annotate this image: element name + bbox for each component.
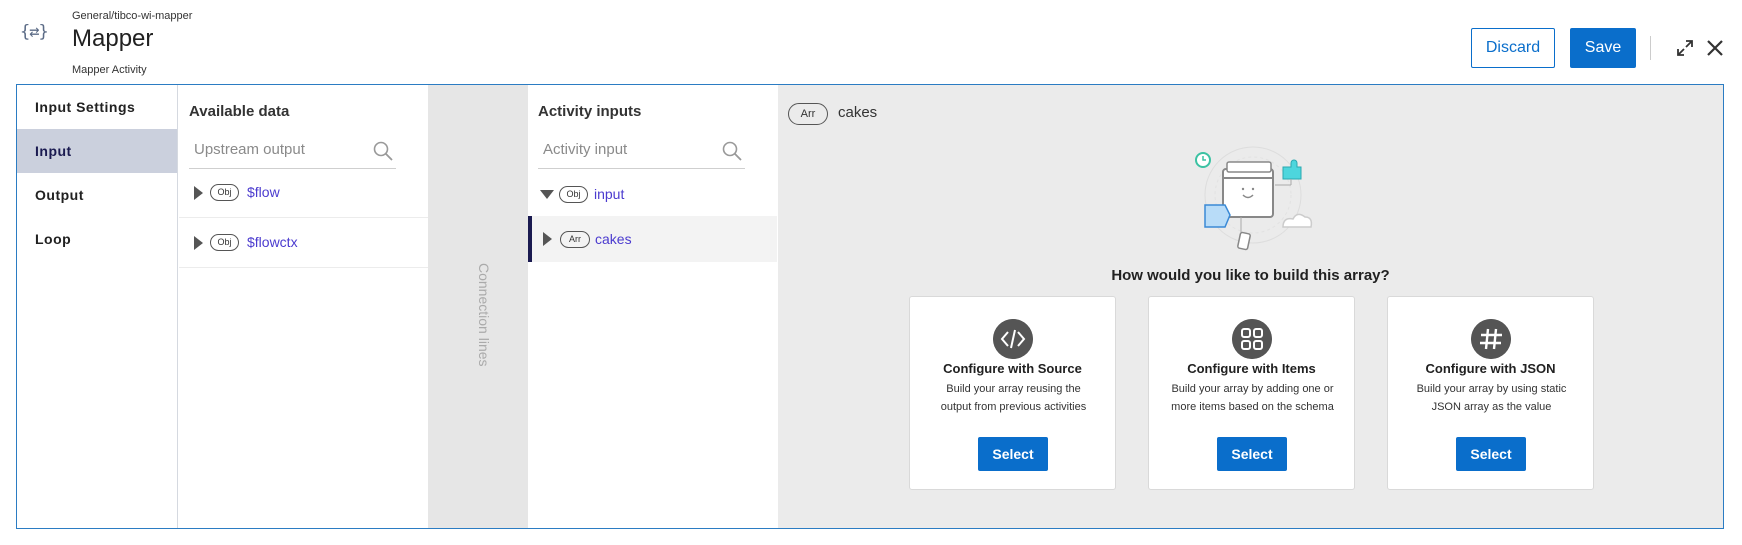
page-title: Mapper: [72, 25, 154, 52]
type-badge: Obj: [559, 186, 588, 203]
card-description: Build your array by adding one or more i…: [1171, 383, 1334, 413]
collapse-arrow-icon[interactable]: [540, 190, 554, 199]
expand-arrow-icon[interactable]: [194, 186, 203, 200]
sidebar: Input Settings Input Output Loop: [17, 85, 178, 528]
card-description: Build your array by using static JSON ar…: [1416, 383, 1567, 413]
tree-item-input[interactable]: Obj input: [528, 169, 777, 219]
activity-search-field[interactable]: Activity input: [538, 133, 745, 169]
tree-item-label[interactable]: $flowctx: [247, 234, 298, 250]
header-divider: [1650, 36, 1651, 60]
sidebar-item-output[interactable]: Output: [17, 173, 177, 217]
expand-arrow-icon[interactable]: [543, 232, 552, 246]
discard-button[interactable]: Discard: [1471, 28, 1555, 68]
tree-item-label[interactable]: $flow: [247, 184, 280, 200]
search-icon[interactable]: [721, 140, 743, 162]
type-badge: Arr: [560, 231, 590, 248]
select-json-button[interactable]: Select: [1456, 437, 1526, 471]
selected-field-name: cakes: [838, 104, 878, 121]
sidebar-item-loop[interactable]: Loop: [17, 217, 177, 261]
expand-arrow-icon[interactable]: [194, 236, 203, 250]
card-title: Configure with Items: [1187, 361, 1316, 376]
code-icon: [993, 319, 1033, 359]
build-array-question: How would you like to build this array?: [1111, 267, 1390, 284]
select-source-button[interactable]: Select: [978, 437, 1048, 471]
mapper-braces-icon: {⇄}: [20, 22, 49, 42]
expand-icon[interactable]: [1675, 38, 1695, 58]
activity-inputs-panel: Activity inputs Activity input Obj input…: [528, 85, 778, 528]
connection-lines-label: Connection lines: [476, 263, 492, 367]
page-subtitle: Mapper Activity: [72, 64, 147, 76]
sidebar-item-input[interactable]: Input: [17, 129, 177, 173]
breadcrumb: General/tibco-wi-mapper: [72, 10, 193, 22]
tree-item-cakes[interactable]: Arr cakes: [528, 216, 777, 262]
card-title: Configure with JSON: [1425, 361, 1556, 376]
card-title: Configure with Source: [943, 361, 1082, 376]
upstream-search-field[interactable]: Upstream output: [189, 133, 396, 169]
grid-icon: [1232, 319, 1272, 359]
type-badge: Obj: [210, 184, 239, 201]
select-items-button[interactable]: Select: [1217, 437, 1287, 471]
activity-inputs-title: Activity inputs: [538, 103, 642, 120]
sidebar-item-input-settings[interactable]: Input Settings: [17, 85, 177, 129]
tree-item-label[interactable]: input: [594, 186, 624, 202]
type-badge: Arr: [788, 103, 828, 125]
tree-item-flow[interactable]: Obj $flow: [179, 168, 428, 218]
save-button[interactable]: Save: [1570, 28, 1636, 68]
mapper-panel: Input Settings Input Output Loop Availab…: [16, 84, 1724, 529]
type-badge: Obj: [210, 234, 239, 251]
card-description: Build your array reusing the output from…: [940, 383, 1087, 413]
close-icon[interactable]: [1705, 38, 1725, 58]
activity-search-placeholder: Activity input: [543, 141, 628, 158]
available-data-title: Available data: [189, 103, 290, 120]
hash-icon: [1471, 319, 1511, 359]
upstream-search-placeholder: Upstream output: [194, 141, 305, 158]
configure-json-card: Configure with JSON Build your array by …: [1387, 296, 1594, 490]
array-config-panel: Arr cakes How would you like to build th…: [778, 85, 1723, 528]
tree-item-label[interactable]: cakes: [595, 231, 632, 247]
configure-source-card: Configure with Source Build your array r…: [909, 296, 1116, 490]
available-data-panel: Available data Upstream output Obj $flow…: [179, 85, 428, 528]
search-icon[interactable]: [372, 140, 394, 162]
build-array-illustration: [1195, 146, 1313, 251]
configure-items-card: Configure with Items Build your array by…: [1148, 296, 1355, 490]
connection-lines-area[interactable]: Connection lines: [428, 85, 528, 528]
mapper-page: {⇄} General/tibco-wi-mapper Mapper Mappe…: [0, 0, 1742, 545]
tree-item-flowctx[interactable]: Obj $flowctx: [179, 218, 428, 268]
